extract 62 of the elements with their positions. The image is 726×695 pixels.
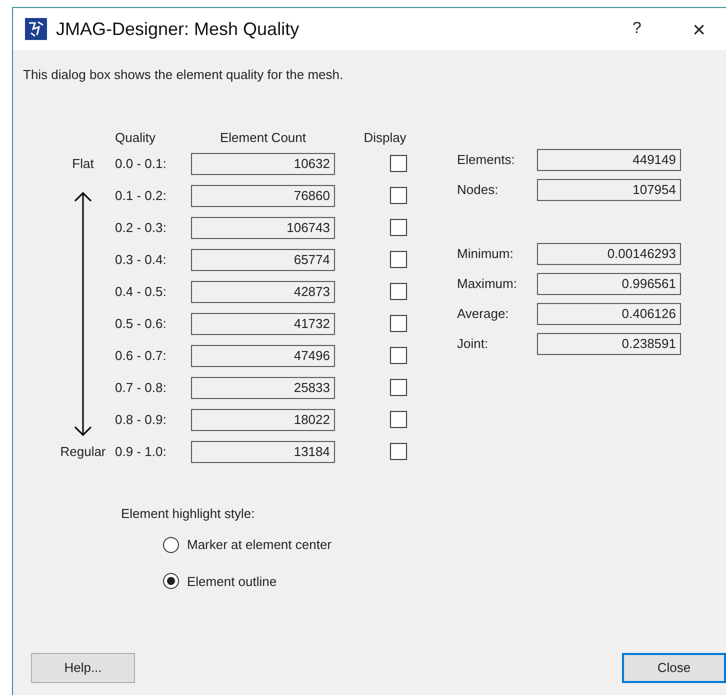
count-field: 47496 (191, 344, 335, 366)
display-checkbox[interactable] (390, 187, 407, 204)
count-field: 25833 (191, 376, 335, 398)
stat-field: 0.00146293 (537, 242, 681, 264)
scale-label: Flat (72, 154, 94, 173)
window-title: JMAG-Designer: Mesh Quality (56, 18, 300, 41)
double-arrow-icon (73, 192, 93, 436)
display-checkbox[interactable] (390, 251, 407, 268)
dialog-button[interactable]: Help... (31, 653, 135, 683)
count-field: 76860 (191, 184, 335, 206)
count-field: 41732 (191, 312, 335, 334)
display-checkbox[interactable] (390, 155, 407, 172)
quality-range: 0.5 - 0.6: (115, 314, 166, 333)
stat-label: Nodes: (457, 180, 500, 199)
count-field: 106743 (191, 216, 335, 238)
quality-range: 0.3 - 0.4: (115, 250, 166, 269)
stat-label: Minimum: (457, 244, 514, 263)
close-button[interactable]: × (684, 12, 714, 46)
display-checkbox[interactable] (390, 283, 407, 300)
stat-label: Joint: (457, 334, 490, 353)
column-header: Quality (115, 128, 156, 147)
quality-range: 0.2 - 0.3: (115, 218, 166, 237)
stat-field: 0.238591 (537, 332, 681, 354)
count-field: 65774 (191, 248, 335, 270)
quality-range: 0.7 - 0.8: (115, 378, 166, 397)
stat-field: 0.406126 (537, 302, 681, 324)
radio-label: Element outline (187, 572, 277, 590)
column-header: Element Count (219, 128, 307, 146)
radio-option[interactable]: Marker at element center (163, 535, 726, 554)
app-logo-icon (25, 18, 47, 40)
display-checkbox[interactable] (390, 315, 407, 332)
count-field: 13184 (191, 440, 335, 462)
radio-label: Marker at element center (187, 536, 332, 554)
quality-range: 0.8 - 0.9: (115, 410, 166, 429)
dialog-button[interactable]: Close (622, 653, 726, 683)
radio-button[interactable] (163, 573, 179, 590)
highlight-style-label: Element highlight style: (121, 504, 256, 523)
stat-field: 107954 (537, 178, 681, 200)
stat-label: Elements: (457, 150, 516, 169)
stat-label: Maximum: (457, 274, 518, 293)
count-field: 42873 (191, 280, 335, 302)
stat-label: Average: (457, 304, 510, 323)
quality-range: 0.4 - 0.5: (115, 282, 166, 301)
display-checkbox[interactable] (390, 379, 407, 396)
quality-range: 0.0 - 0.1: (115, 154, 166, 173)
display-checkbox[interactable] (390, 411, 407, 428)
quality-range: 0.1 - 0.2: (115, 186, 166, 205)
stat-field: 449149 (537, 148, 681, 170)
quality-range: 0.9 - 1.0: (115, 442, 166, 461)
description-text: This dialog box shows the element quality for the mesh. (23, 66, 344, 84)
display-checkbox[interactable] (390, 347, 407, 364)
scale-label: Regular (60, 442, 106, 461)
count-field: 18022 (191, 408, 335, 430)
display-checkbox[interactable] (390, 219, 407, 236)
help-button[interactable]: ? (622, 17, 652, 41)
radio-option[interactable]: Element outline (163, 572, 726, 591)
stat-field: 0.996561 (537, 272, 681, 294)
column-header: Display (362, 128, 407, 147)
radio-button[interactable] (163, 536, 179, 553)
quality-range: 0.6 - 0.7: (115, 346, 166, 365)
display-checkbox[interactable] (390, 443, 407, 460)
count-field: 10632 (191, 152, 335, 174)
